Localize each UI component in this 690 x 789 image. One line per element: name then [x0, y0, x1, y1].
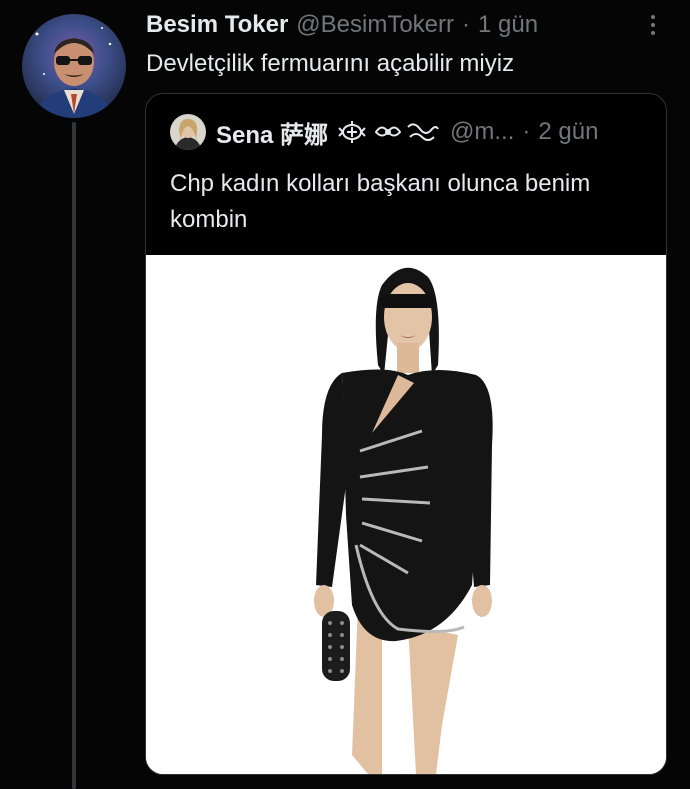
author-avatar[interactable] [22, 14, 126, 118]
quoted-tweet-header: Sena 萨娜 @m... · 2 gün [170, 114, 598, 150]
name-decoration-icon [336, 119, 440, 145]
tweet-time[interactable]: 1 gün [478, 11, 538, 39]
quoted-author-handle[interactable]: @m... [450, 118, 514, 146]
quoted-author-avatar[interactable] [170, 114, 206, 150]
tweet-media-image[interactable] [146, 255, 666, 774]
quoted-tweet-time[interactable]: 2 gün [538, 118, 598, 146]
quoted-tweet-text: Chp kadın kolları başkanı olunca benim k… [170, 170, 591, 233]
quoted-tweet[interactable]: Sena 萨娜 @m... · 2 gün Chp kadın kolları … [145, 93, 667, 775]
separator-dot: · [462, 11, 471, 38]
separator-dot: · [522, 118, 531, 145]
author-name[interactable]: Besim Toker [146, 11, 288, 39]
author-handle[interactable]: @BesimTokerr [296, 11, 454, 39]
more-options-icon[interactable] [638, 8, 668, 42]
tweet-text: Devletçilik fermuarını açabilir miyiz [146, 50, 515, 77]
tweet-header: Besim Toker @BesimTokerr · 1 gün [146, 10, 538, 40]
quoted-author-name[interactable]: Sena 萨娜 [216, 115, 328, 150]
thread-line [72, 122, 76, 789]
